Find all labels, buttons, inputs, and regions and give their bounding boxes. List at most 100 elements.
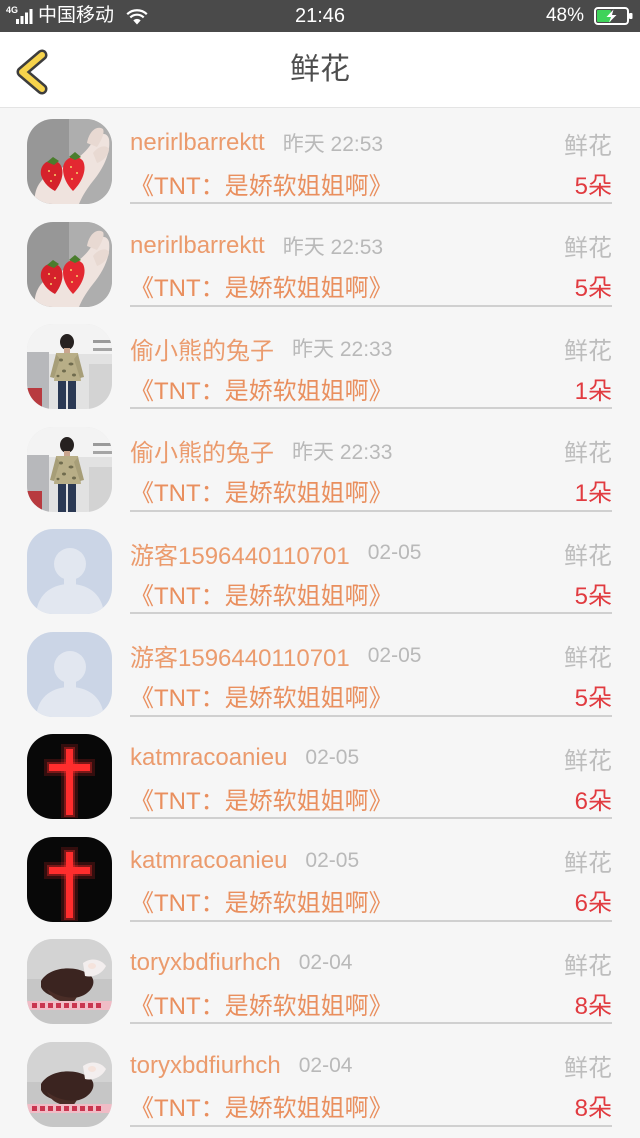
battery-percent: 48% [545,5,584,26]
red-cross-avatar-icon [27,734,112,819]
timestamp: 02-05 [305,848,360,872]
list-item-meta: katmracoanieu 02-05 鲜花 [130,741,612,775]
user-name[interactable]: 游客1596440110701 [130,536,350,571]
user-name[interactable]: katmracoanieu [130,847,287,875]
divider [130,407,612,409]
gift-type: 鲜花 [564,645,612,672]
list-item-meta: 偷小熊的兔子 昨天 22:33 鲜花 [130,331,612,365]
standing-person-avatar-icon [27,324,112,409]
avatar[interactable] [27,631,112,717]
list-item-detail: 《TNT：是娇软姐姐啊》 5朵 [130,576,612,610]
signal-icon [16,9,33,24]
user-name[interactable]: toryxbdfiurhch [130,1052,281,1080]
list-item-detail: 《TNT：是娇软姐姐啊》 1朵 [130,474,612,508]
divider [130,509,612,512]
book-title[interactable]: 《TNT：是娇软姐姐啊》 [130,166,393,201]
gift-count: 1朵 [574,480,612,507]
book-title[interactable]: 《TNT：是娇软姐姐啊》 [130,781,393,816]
list-item-detail: 《TNT：是娇软姐姐啊》 5朵 [130,679,612,713]
book-title[interactable]: 《TNT：是娇软姐姐啊》 [130,678,393,713]
gift-count: 1朵 [574,377,612,405]
list-item-detail: 《TNT：是娇软姐姐啊》 1朵 [130,371,612,405]
book-title[interactable]: 《TNT：是娇软姐姐啊》 [130,473,393,508]
divider [130,304,612,307]
avatar[interactable] [27,324,112,409]
list-item[interactable]: toryxbdfiurhch 02-04 鲜花 《TNT：是娇软姐姐啊》 8朵 [0,928,640,1031]
gift-count: 8朵 [574,1095,612,1122]
wifi-icon [126,9,148,25]
user-name[interactable]: katmracoanieu [130,744,287,772]
book-title[interactable]: 《TNT：是娇软姐姐啊》 [130,268,393,303]
chevron-left-icon [16,49,48,95]
gift-type: 鲜花 [564,952,612,980]
gift-count: 5朵 [574,275,612,302]
list-item[interactable]: 偷小熊的兔子 昨天 22:33 鲜花 《TNT：是娇软姐姐啊》 1朵 [0,416,640,519]
divider [130,1022,612,1024]
list-item-meta: nerirlbarrektt 昨天 22:53 鲜花 [130,229,612,263]
list-item-meta: 偷小熊的兔子 昨天 22:33 鲜花 [130,434,612,468]
list-item[interactable]: 偷小熊的兔子 昨天 22:33 鲜花 《TNT：是娇软姐姐啊》 1朵 [0,313,640,416]
list-item[interactable]: katmracoanieu 02-05 鲜花 《TNT：是娇软姐姐啊》 6朵 [0,826,640,929]
user-name[interactable]: toryxbdfiurhch [130,949,281,977]
default-user-avatar-icon [27,529,112,614]
user-name[interactable]: 偷小熊的兔子 [130,331,274,366]
list-item-meta: 游客1596440110701 02-05 鲜花 [130,536,612,570]
avatar[interactable] [27,734,112,819]
list-item-meta: toryxbdfiurhch 02-04 鲜花 [130,1049,612,1083]
carrier-name: 中国移动 [38,5,115,26]
timestamp: 02-04 [298,1053,353,1077]
back-button[interactable] [12,49,52,95]
list-item[interactable]: katmracoanieu 02-05 鲜花 《TNT：是娇软姐姐啊》 6朵 [0,723,640,826]
timestamp: 昨天 22:33 [292,338,393,361]
gift-count: 6朵 [574,787,612,815]
avatar[interactable] [27,939,112,1024]
book-title[interactable]: 《TNT：是娇软姐姐啊》 [130,371,393,406]
gift-type: 鲜花 [564,542,612,570]
divider [130,817,612,819]
avatar[interactable] [27,1041,112,1127]
user-name[interactable]: 游客1596440110701 [130,638,350,673]
book-title[interactable]: 《TNT：是娇软姐姐啊》 [130,986,393,1021]
gift-type: 鲜花 [564,850,612,877]
divider [130,919,612,922]
gift-count: 5朵 [574,685,612,712]
divider [130,612,612,614]
user-name[interactable]: nerirlbarrektt [130,232,265,260]
list-item[interactable]: toryxbdfiurhch 02-04 鲜花 《TNT：是娇软姐姐啊》 8朵 [0,1031,640,1134]
default-user-avatar-icon [27,631,112,717]
gift-count: 5朵 [574,582,612,610]
gift-type: 鲜花 [564,1055,612,1082]
list-item-detail: 《TNT：是娇软姐姐啊》 8朵 [130,986,612,1020]
book-title[interactable]: 《TNT：是娇软姐姐啊》 [130,1088,393,1123]
timestamp: 02-04 [298,951,353,974]
list-item-detail: 《TNT：是娇软姐姐啊》 8朵 [130,1089,612,1123]
list-item[interactable]: 游客1596440110701 02-05 鲜花 《TNT：是娇软姐姐啊》 5朵 [0,518,640,621]
timestamp: 昨天 22:33 [292,440,393,464]
book-title[interactable]: 《TNT：是娇软姐姐啊》 [130,576,393,611]
avatar[interactable] [27,119,112,204]
user-name[interactable]: 偷小熊的兔子 [130,433,274,468]
timestamp: 昨天 22:53 [282,133,384,156]
timestamp: 昨天 22:53 [282,235,384,259]
list-item-detail: 《TNT：是娇软姐姐啊》 6朵 [130,884,612,918]
avatar[interactable] [27,836,112,922]
lying-girl-avatar-icon [27,939,112,1024]
list-item[interactable]: 游客1596440110701 02-05 鲜花 《TNT：是娇软姐姐啊》 5朵 [0,621,640,724]
list-item-meta: toryxbdfiurhch 02-04 鲜花 [130,946,612,980]
strawberry-avatar-icon [27,119,112,204]
gift-type: 鲜花 [564,132,612,160]
user-name[interactable]: nerirlbarrektt [130,129,265,157]
book-title[interactable]: 《TNT：是娇软姐姐啊》 [130,883,393,918]
avatar[interactable] [27,426,112,512]
avatar[interactable] [27,529,112,614]
top-nav: 鲜花 [0,32,640,108]
status-bar: 4G 中国移动 21:46 48% [0,0,640,32]
avatar[interactable] [27,221,112,307]
gift-type: 鲜花 [564,235,612,262]
strawberry-avatar-icon [27,221,112,307]
gift-list: nerirlbarrektt 昨天 22:53 鲜花 《TNT：是娇软姐姐啊》 … [0,108,640,1133]
lying-girl-avatar-icon [27,1041,112,1127]
list-item[interactable]: nerirlbarrektt 昨天 22:53 鲜花 《TNT：是娇软姐姐啊》 … [0,108,640,211]
list-item[interactable]: nerirlbarrektt 昨天 22:53 鲜花 《TNT：是娇软姐姐啊》 … [0,211,640,314]
page-title: 鲜花 [290,53,350,86]
